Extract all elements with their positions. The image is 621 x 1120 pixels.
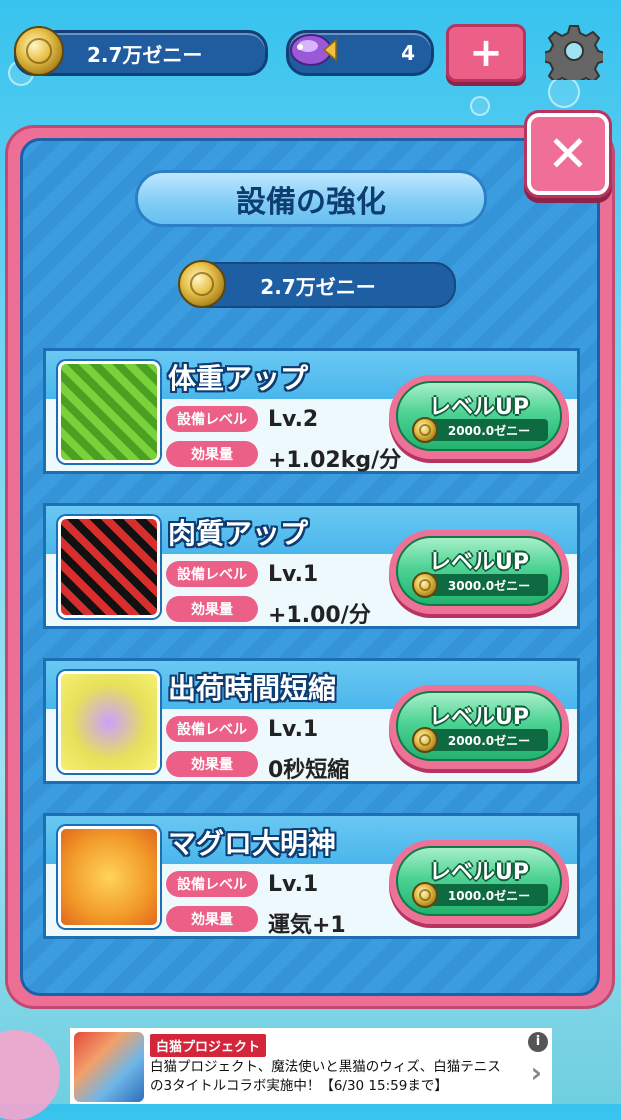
item-name: マグロ大明神 xyxy=(168,827,337,860)
upgrade-item-card: 出荷時間短縮 設備レベル Lv.1 効果量 0秒短縮 レベルUP 2000.0ゼ… xyxy=(43,658,580,784)
effect-value: 運気+1 xyxy=(268,913,346,938)
upgrade-item-card: 肉質アップ 設備レベル Lv.1 効果量 +1.00/分 レベルUP 3000.… xyxy=(43,503,580,629)
bubble-decoration xyxy=(0,1030,60,1120)
effect-value: 0秒短縮 xyxy=(268,758,350,783)
dialog-title: 設備の強化 xyxy=(135,170,487,227)
coin-icon xyxy=(412,417,438,443)
ad-text[interactable]: 白猫プロジェクト、魔法使いと黒猫のウィズ、白猫テニスの3タイトルコラボ実施中！【… xyxy=(150,1058,510,1096)
chevron-right-icon[interactable]: › xyxy=(530,1056,542,1089)
effect-tag: 効果量 xyxy=(166,596,258,622)
upgrade-item-card: 体重アップ 設備レベル Lv.2 効果量 +1.02kg/分 レベルUP 200… xyxy=(43,348,580,474)
currency-amount: 2.7万ゼニー xyxy=(87,42,203,67)
level-up-button-face[interactable]: レベルUP 2000.0ゼニー xyxy=(396,381,562,451)
coin-icon xyxy=(412,572,438,598)
equipment-level-value: Lv.1 xyxy=(268,562,319,587)
level-up-button[interactable]: レベルUP 2000.0ゼニー xyxy=(389,375,569,459)
level-up-button[interactable]: レベルUP 3000.0ゼニー xyxy=(389,530,569,614)
info-icon[interactable]: i xyxy=(528,1032,548,1052)
item-image xyxy=(58,671,160,773)
ad-badge: 白猫プロジェクト xyxy=(150,1034,267,1057)
item-name: 肉質アップ xyxy=(168,517,309,550)
effect-value: +1.00/分 xyxy=(268,603,371,628)
effect-value: +1.02kg/分 xyxy=(268,448,402,473)
item-name: 出荷時間短縮 xyxy=(168,672,337,705)
equipment-level-tag: 設備レベル xyxy=(166,406,258,432)
equipment-level-tag: 設備レベル xyxy=(166,561,258,587)
coin-icon xyxy=(14,26,64,76)
close-button[interactable]: ✕ xyxy=(527,113,609,195)
ad-app-icon[interactable] xyxy=(74,1032,144,1102)
equipment-level-tag: 設備レベル xyxy=(166,871,258,897)
upgrade-item-card: マグロ大明神 設備レベル Lv.1 効果量 運気+1 レベルUP 1000.0ゼ… xyxy=(43,813,580,939)
gem-count: 4 xyxy=(401,41,415,65)
effect-tag: 効果量 xyxy=(166,751,258,777)
item-image xyxy=(58,361,160,463)
gear-icon[interactable] xyxy=(545,22,603,80)
equipment-level-tag: 設備レベル xyxy=(166,716,258,742)
add-gems-button[interactable]: + xyxy=(446,24,526,82)
ad-banner[interactable]: 白猫プロジェクト 白猫プロジェクト、魔法使いと黒猫のウィズ、白猫テニスの3タイト… xyxy=(70,1028,552,1104)
item-image xyxy=(58,516,160,618)
coin-icon xyxy=(412,882,438,908)
item-image xyxy=(58,826,160,928)
balance-amount: 2.7万ゼニー xyxy=(260,274,376,299)
coin-icon xyxy=(412,727,438,753)
fish-gem-icon xyxy=(290,34,337,66)
effect-tag: 効果量 xyxy=(166,441,258,467)
coin-icon xyxy=(178,260,226,308)
level-up-button-face[interactable]: レベルUP 3000.0ゼニー xyxy=(396,536,562,606)
equipment-level-value: Lv.1 xyxy=(268,872,319,897)
equipment-level-value: Lv.1 xyxy=(268,717,319,742)
effect-tag: 効果量 xyxy=(166,906,258,932)
equipment-level-value: Lv.2 xyxy=(268,407,319,432)
level-up-button-face[interactable]: レベルUP 2000.0ゼニー xyxy=(396,691,562,761)
top-status-bar: 2.7万ゼニー 4 + xyxy=(0,0,621,100)
level-up-button[interactable]: レベルUP 1000.0ゼニー xyxy=(389,840,569,924)
level-up-button-face[interactable]: レベルUP 1000.0ゼニー xyxy=(396,846,562,916)
level-up-button[interactable]: レベルUP 2000.0ゼニー xyxy=(389,685,569,769)
item-name: 体重アップ xyxy=(168,362,309,395)
